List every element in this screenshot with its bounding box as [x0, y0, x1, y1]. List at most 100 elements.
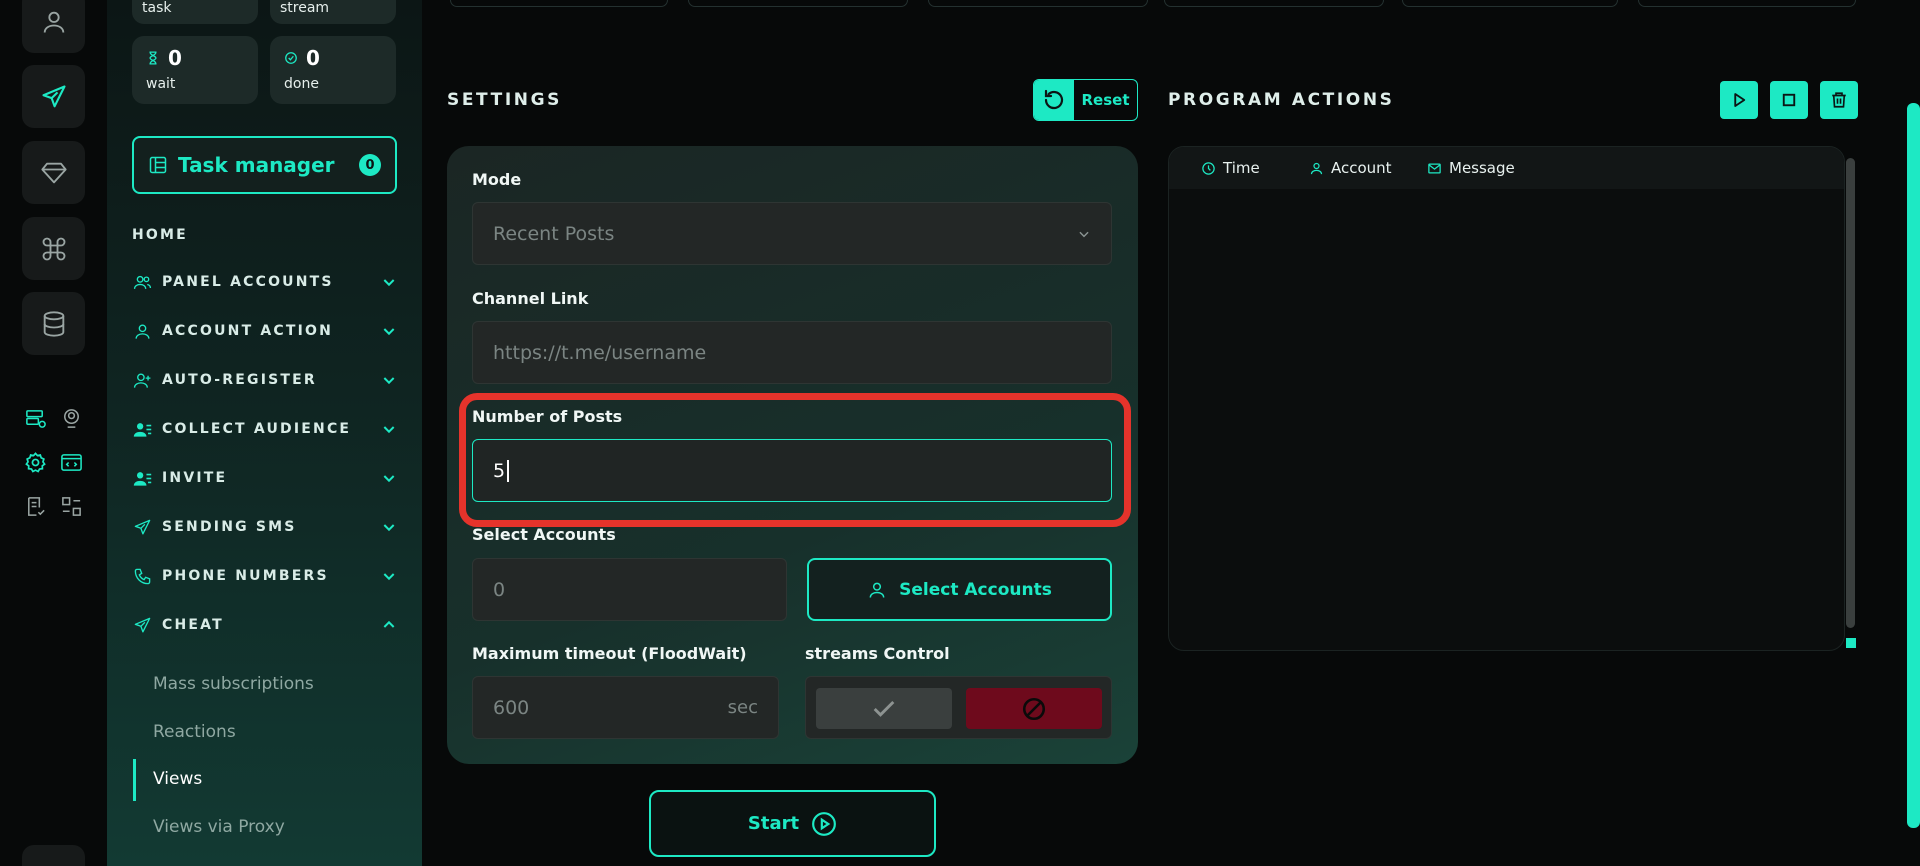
mode-select[interactable]: Recent Posts [472, 202, 1112, 265]
phone-icon [134, 568, 150, 584]
command-rail-button[interactable] [22, 217, 85, 280]
gear-icon [24, 451, 46, 473]
log-col-message-label: Message [1449, 159, 1515, 177]
nav-phone-numbers[interactable]: PHONE NUMBERS [132, 561, 397, 591]
nav-cheat[interactable]: CHEAT [132, 610, 397, 640]
chevron-up-icon [383, 620, 395, 628]
accounts-count-value: 0 [493, 578, 506, 601]
page-scrollbar[interactable] [1907, 103, 1920, 828]
nav-panel-accounts[interactable]: PANEL ACCOUNTS [132, 267, 397, 297]
streams-enable-button[interactable] [816, 688, 952, 729]
log-col-message[interactable]: Message [1427, 159, 1515, 177]
sub-item-views-via-proxy[interactable]: Views via Proxy [153, 817, 285, 837]
nav-collect-audience[interactable]: COLLECT AUDIENCE [132, 414, 397, 444]
active-indicator [133, 759, 136, 801]
resize-handle[interactable] [1846, 638, 1856, 648]
start-button-label: Start [747, 813, 800, 834]
check-icon [873, 700, 895, 717]
icon-rail [0, 0, 107, 866]
telegram-rail-button[interactable] [22, 65, 85, 128]
code-window-icon [60, 453, 82, 471]
wait-stat-card: 0 wait [132, 36, 258, 104]
nav-invite[interactable]: INVITE [132, 463, 397, 493]
premium-rail-button[interactable] [22, 141, 85, 204]
chevron-down-icon [383, 524, 395, 532]
done-stat-card: 0 done [270, 36, 396, 104]
user-circle-icon [63, 408, 79, 428]
select-accounts-button[interactable]: Select Accounts [807, 558, 1112, 621]
grid-icon [61, 496, 81, 516]
sub-item-views[interactable]: Views [153, 769, 202, 789]
user-list-icon [133, 422, 151, 437]
nav-auto-register[interactable]: AUTO-REGISTER [132, 365, 397, 395]
clock-icon [1202, 161, 1215, 175]
nav-invite-label: INVITE [162, 470, 228, 486]
log-col-time[interactable]: Time [1201, 159, 1309, 177]
stop-button[interactable] [1770, 81, 1808, 119]
timeout-placeholder: 600 [493, 696, 530, 719]
nav-cheat-label: CHEAT [162, 617, 224, 633]
diamond-icon [40, 162, 67, 183]
chevron-down-icon [383, 328, 395, 336]
nav-panel-accounts-label: PANEL ACCOUNTS [162, 274, 334, 290]
nav-phone-numbers-label: PHONE NUMBERS [162, 568, 329, 584]
user-icon [869, 582, 885, 598]
reset-label: Reset [1081, 91, 1130, 109]
posts-value: 5 [493, 459, 506, 482]
chevron-down-icon [383, 573, 395, 581]
play-button[interactable] [1720, 81, 1758, 119]
account-mini-button[interactable] [59, 406, 83, 430]
channel-link-label: Channel Link [472, 289, 589, 308]
nav-account-action[interactable]: ACCOUNT ACTION [132, 316, 397, 346]
profile-rail-button[interactable] [22, 0, 85, 53]
reset-button[interactable]: Reset [1033, 79, 1138, 121]
nav-home[interactable]: HOME [132, 220, 397, 250]
log-scrollbar[interactable] [1846, 158, 1855, 628]
mode-value: Recent Posts [493, 222, 615, 245]
channel-link-input[interactable]: https://t.me/username [472, 321, 1112, 384]
sub-item-mass-subscriptions[interactable]: Mass subscriptions [153, 674, 314, 694]
start-button[interactable]: Start [649, 790, 936, 857]
chevron-down-icon [383, 426, 395, 434]
bottom-rail-button[interactable] [22, 845, 85, 866]
stream-stat-card: stream [270, 0, 396, 24]
database-rail-button[interactable] [22, 292, 85, 355]
streams-control [805, 676, 1112, 739]
server-mini-button[interactable] [23, 406, 47, 430]
nav-sending-sms[interactable]: SENDING SMS [132, 512, 397, 542]
trash-icon [1832, 92, 1846, 108]
database-icon [43, 310, 64, 337]
code-mini-button[interactable] [59, 450, 83, 474]
wait-stat-value: 0 [168, 46, 182, 70]
mail-icon [1428, 163, 1441, 173]
mode-label: Mode [472, 170, 522, 189]
delete-button[interactable] [1820, 81, 1858, 119]
streams-control-label: streams Control [805, 644, 950, 663]
select-accounts-label: Select Accounts [472, 525, 616, 544]
stream-stat-label: stream [280, 0, 330, 16]
refresh-icon [1044, 89, 1064, 110]
settings-title: SETTINGS [447, 90, 562, 110]
users-icon [133, 275, 151, 289]
stop-icon [1782, 93, 1796, 107]
posts-input[interactable]: 5 [472, 439, 1112, 502]
done-stat-label: done [284, 76, 319, 92]
play-circle-icon [812, 811, 837, 836]
user-icon [134, 323, 150, 339]
layout-mini-button[interactable] [59, 494, 83, 518]
sub-item-reactions[interactable]: Reactions [153, 722, 236, 742]
nav-collect-audience-label: COLLECT AUDIENCE [162, 421, 352, 437]
done-stat-value: 0 [306, 46, 320, 70]
hourglass-icon [149, 51, 157, 65]
user-icon [43, 11, 64, 33]
nav-account-action-label: ACCOUNT ACTION [162, 323, 334, 339]
streams-disable-button[interactable] [966, 688, 1102, 729]
settings-mini-button[interactable] [23, 450, 47, 474]
log-col-account[interactable]: Account [1309, 159, 1427, 177]
report-mini-button[interactable] [23, 494, 47, 518]
task-manager-button[interactable]: Task manager 0 [132, 136, 397, 194]
timeout-input[interactable]: 600 sec [472, 676, 779, 739]
nav-home-label: HOME [132, 227, 188, 243]
user-icon [1310, 162, 1323, 174]
user-plus-icon [133, 372, 150, 388]
